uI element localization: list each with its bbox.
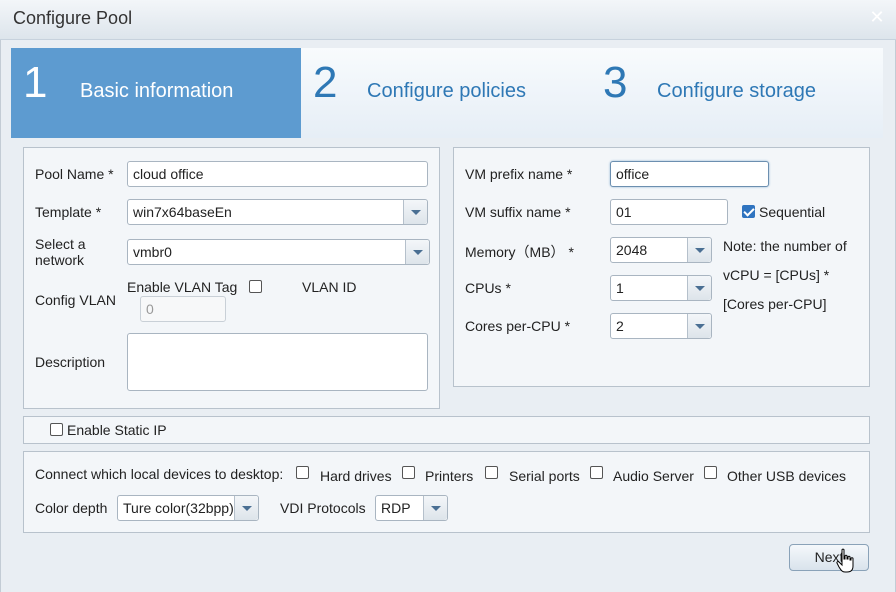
cpus-label: CPUs * [465,280,511,296]
color-depth-select[interactable]: Ture color(32bpp) [117,495,259,521]
vcpu-note-line2: vCPU = [CPUs] * [723,267,830,283]
chevron-down-icon[interactable] [687,314,711,338]
sequential-label: Sequential [759,204,826,220]
step-label: Basic information [80,80,234,102]
step-number: 1 [23,58,48,107]
cpus-select[interactable]: 1 [610,275,712,301]
vm-config-panel: VM prefix name * office VM suffix name *… [453,147,870,387]
template-value: win7x64baseEn [133,204,232,220]
step-label: Configure policies [367,80,526,102]
devices-label: Connect which local devices to desktop: [35,466,284,482]
config-vlan-label: Config VLAN [35,292,116,308]
description-label: Description [35,354,106,370]
pool-name-label: Pool Name * [35,166,114,182]
chevron-down-icon[interactable] [234,496,258,520]
chevron-down-icon[interactable] [403,200,427,224]
vcpu-note-line3: [Cores per-CPU] [723,296,827,312]
network-select[interactable]: vmbr0 [127,239,430,265]
enable-vlan-tag-checkbox[interactable] [249,280,262,293]
serial-ports-label: Serial ports [509,468,580,484]
hard-drives-label: Hard drives [320,468,392,484]
vdi-protocols-label: VDI Protocols [280,500,366,516]
enable-static-ip-checkbox[interactable] [50,423,63,436]
cores-select[interactable]: 2 [610,313,712,339]
vm-suffix-input[interactable]: 01 [610,199,728,225]
audio-server-label: Audio Server [613,468,694,484]
template-select[interactable]: win7x64baseEn [127,199,428,225]
step-label: Configure storage [657,80,816,102]
step-configure-storage[interactable]: 3 Configure storage [591,48,883,138]
enable-vlan-tag-label: Enable VLAN Tag [127,279,238,295]
vm-prefix-input[interactable]: office [610,161,769,187]
vdi-protocols-value: RDP [381,500,411,516]
other-usb-label: Other USB devices [727,468,847,484]
close-icon[interactable]: ✕ [866,6,888,28]
step-number: 2 [313,58,338,107]
window-title: Configure Pool [13,8,133,28]
other-usb-checkbox[interactable] [704,466,717,479]
printers-label: Printers [425,468,474,484]
chevron-down-icon[interactable] [405,240,429,264]
chevron-down-icon[interactable] [423,496,447,520]
sequential-checkbox[interactable] [742,205,755,218]
hand-cursor-icon [836,548,854,573]
printers-checkbox[interactable] [402,466,415,479]
network-label: Select a network [35,236,86,268]
vm-prefix-label: VM prefix name * [465,166,573,182]
chevron-down-icon[interactable] [687,276,711,300]
serial-ports-checkbox[interactable] [485,466,498,479]
pool-name-input[interactable]: cloud office [127,161,428,187]
audio-server-checkbox[interactable] [590,466,603,479]
enable-static-ip-label: Enable Static IP [67,422,167,438]
cpus-value: 1 [616,280,624,296]
title-bar: Configure Pool ✕ [0,0,896,40]
step-configure-policies[interactable]: 2 Configure policies [301,48,591,138]
vcpu-note-line1: Note: the number of [723,238,847,254]
cores-label: Cores per-CPU * [465,318,571,334]
step-number: 3 [603,58,628,107]
vdi-protocols-select[interactable]: RDP [375,495,448,521]
memory-label: Memory（MB） * [465,244,574,260]
description-textarea[interactable] [127,333,428,391]
static-ip-panel: Enable Static IP [23,416,870,444]
color-depth-label: Color depth [35,500,108,516]
hard-drives-checkbox[interactable] [296,466,309,479]
next-button[interactable]: Next [789,544,869,571]
devices-panel: Connect which local devices to desktop: … [23,451,870,533]
vm-suffix-label: VM suffix name * [465,204,571,220]
cores-value: 2 [616,318,624,334]
chevron-down-icon[interactable] [687,238,711,262]
wizard-steps: 1 Basic information 2 Configure policies… [11,48,883,138]
memory-select[interactable]: 2048 [610,237,712,263]
step-basic-information[interactable]: 1 Basic information [11,48,301,138]
pool-info-panel: Pool Name * cloud office Template * win7… [23,147,440,409]
memory-value: 2048 [616,242,648,258]
vlan-id-input[interactable]: 0 [140,296,226,322]
color-depth-value: Ture color(32bpp) [123,500,234,516]
network-value: vmbr0 [133,244,172,260]
template-label: Template * [35,204,102,220]
vlan-id-label: VLAN ID [302,279,357,295]
